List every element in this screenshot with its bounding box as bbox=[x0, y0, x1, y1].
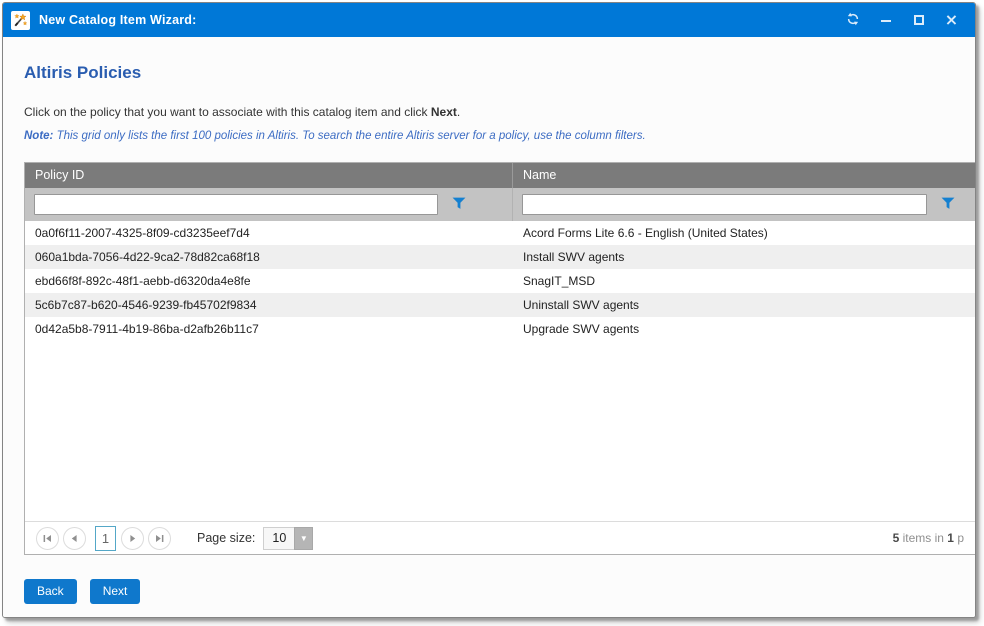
filter-funnel-icon bbox=[941, 197, 955, 213]
policy-id-cell: 0d42a5b8-7911-4b19-86ba-d2afb26b11c7 bbox=[25, 317, 513, 341]
name-cell: Install SWV agents bbox=[513, 245, 975, 269]
minimize-button[interactable] bbox=[876, 11, 895, 30]
policy-id-filter-button[interactable] bbox=[446, 193, 472, 217]
instruction-prefix: Click on the policy that you want to ass… bbox=[24, 105, 431, 119]
items-count-tail: p bbox=[954, 531, 964, 545]
name-filter-cell bbox=[513, 188, 975, 221]
wizard-buttons: Back Next bbox=[24, 579, 954, 604]
policy-id-cell: 060a1bda-7056-4d22-9ca2-78d82ca68f18 bbox=[25, 245, 513, 269]
prev-page-icon bbox=[70, 534, 79, 543]
maximize-button[interactable] bbox=[909, 11, 928, 30]
first-page-icon bbox=[43, 534, 52, 543]
close-button[interactable]: × bbox=[942, 11, 961, 30]
grid-rows: 0a0f6f11-2007-4325-8f09-cd3235eef7d4 Aco… bbox=[25, 221, 975, 341]
table-row[interactable]: ebd66f8f-892c-48f1-aebb-d6320da4e8fe Sna… bbox=[25, 269, 975, 293]
filter-funnel-icon bbox=[452, 197, 466, 213]
table-row[interactable]: 0a0f6f11-2007-4325-8f09-cd3235eef7d4 Aco… bbox=[25, 221, 975, 245]
maximize-icon bbox=[914, 15, 924, 25]
page-size-value[interactable]: 10 bbox=[263, 527, 294, 550]
policy-id-cell: ebd66f8f-892c-48f1-aebb-d6320da4e8fe bbox=[25, 269, 513, 293]
table-row[interactable]: 5c6b7c87-b620-4546-9239-fb45702f9834 Uni… bbox=[25, 293, 975, 317]
name-filter-button[interactable] bbox=[935, 193, 961, 217]
next-button[interactable]: Next bbox=[90, 579, 141, 604]
titlebar: New Catalog Item Wizard: bbox=[3, 3, 975, 37]
column-header-policy-id[interactable]: Policy ID bbox=[25, 163, 513, 188]
policy-id-filter-cell bbox=[25, 188, 513, 221]
prev-page-button[interactable] bbox=[63, 527, 86, 550]
name-filter-input[interactable] bbox=[522, 194, 927, 215]
grid-header: Policy ID Name bbox=[25, 163, 975, 188]
next-page-button[interactable] bbox=[121, 527, 144, 550]
page-size-dropdown: 10 ▼ bbox=[263, 527, 313, 550]
items-count-mid: items in bbox=[899, 531, 947, 545]
last-page-button[interactable] bbox=[148, 527, 171, 550]
refresh-icon bbox=[846, 12, 860, 29]
window-controls: × bbox=[843, 11, 961, 30]
policy-id-cell: 0a0f6f11-2007-4325-8f09-cd3235eef7d4 bbox=[25, 221, 513, 245]
page-size-dropdown-button[interactable]: ▼ bbox=[294, 527, 313, 550]
pages-count: 1 bbox=[947, 531, 954, 545]
current-page-indicator[interactable]: 1 bbox=[95, 526, 116, 551]
table-row[interactable]: 0d42a5b8-7911-4b19-86ba-d2afb26b11c7 Upg… bbox=[25, 317, 975, 341]
note-body: This grid only lists the first 100 polic… bbox=[53, 130, 645, 142]
pager: 1 Page size: bbox=[25, 521, 975, 554]
instruction-suffix: . bbox=[457, 105, 460, 119]
grid-empty-area bbox=[25, 341, 975, 521]
minimize-icon bbox=[881, 20, 891, 22]
instruction-text: Click on the policy that you want to ass… bbox=[24, 105, 954, 119]
next-page-icon bbox=[128, 534, 137, 543]
wizard-content: Altiris Policies Click on the policy tha… bbox=[3, 37, 975, 617]
note-label: Note: bbox=[24, 130, 53, 142]
name-cell: Upgrade SWV agents bbox=[513, 317, 975, 341]
first-page-button[interactable] bbox=[36, 527, 59, 550]
last-page-icon bbox=[155, 534, 164, 543]
wizard-window: New Catalog Item Wizard: bbox=[2, 2, 976, 618]
policy-id-filter-input[interactable] bbox=[34, 194, 438, 215]
page-size-label: Page size: bbox=[197, 531, 255, 545]
name-cell: SnagIT_MSD bbox=[513, 269, 975, 293]
back-button[interactable]: Back bbox=[24, 579, 77, 604]
note-text: Note: This grid only lists the first 100… bbox=[24, 130, 954, 142]
chevron-down-icon: ▼ bbox=[300, 534, 308, 543]
policy-id-cell: 5c6b7c87-b620-4546-9239-fb45702f9834 bbox=[25, 293, 513, 317]
page-title: Altiris Policies bbox=[24, 63, 954, 83]
name-cell: Uninstall SWV agents bbox=[513, 293, 975, 317]
close-icon: × bbox=[945, 12, 958, 28]
name-cell: Acord Forms Lite 6.6 - English (United S… bbox=[513, 221, 975, 245]
instruction-bold-word: Next bbox=[431, 105, 457, 119]
policies-grid: Policy ID Name bbox=[24, 162, 975, 555]
wizard-icon bbox=[11, 11, 30, 30]
column-header-name[interactable]: Name bbox=[513, 163, 975, 188]
table-row[interactable]: 060a1bda-7056-4d22-9ca2-78d82ca68f18 Ins… bbox=[25, 245, 975, 269]
filter-row bbox=[25, 188, 975, 221]
refresh-button[interactable] bbox=[843, 11, 862, 30]
items-count-summary: 5 items in 1 p bbox=[893, 531, 969, 545]
window-title: New Catalog Item Wizard: bbox=[39, 13, 197, 27]
